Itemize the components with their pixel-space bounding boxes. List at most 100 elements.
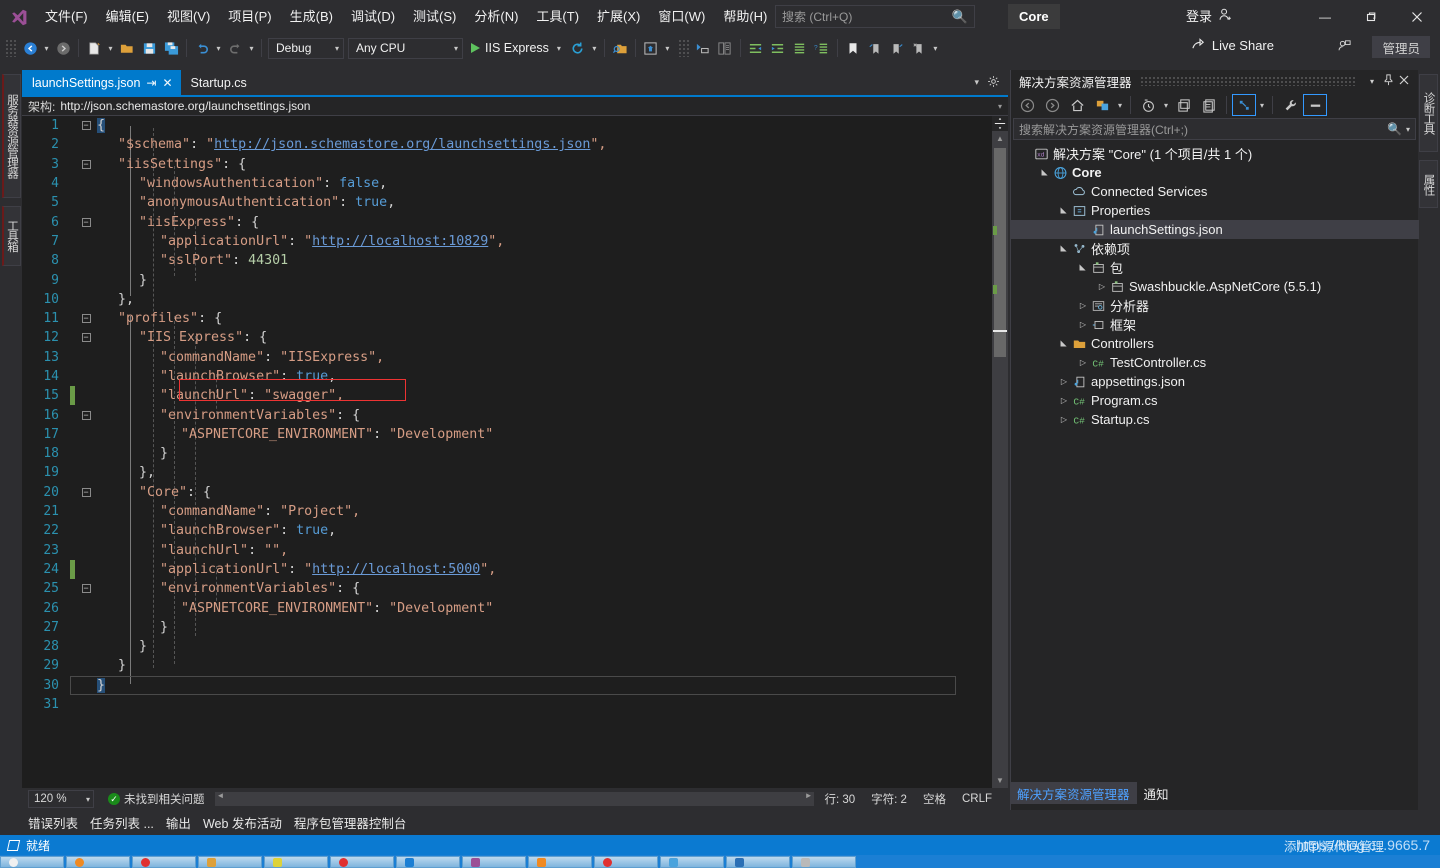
tree-node[interactable]: ◢ Core (1011, 163, 1419, 182)
tree-node[interactable]: ◢ Properties (1011, 201, 1419, 220)
code-line[interactable]: 5 "anonymousAuthentication": true, (22, 193, 606, 212)
switch-views-icon[interactable] (1090, 94, 1114, 116)
pin-icon[interactable] (1380, 73, 1396, 89)
properties-wrench-icon[interactable] (1278, 94, 1302, 116)
code-line[interactable]: 28} (22, 637, 606, 656)
sync-with-active-document-icon[interactable] (1232, 94, 1256, 116)
fold-column[interactable]: − (75, 121, 97, 131)
taskbar-item[interactable] (792, 855, 856, 868)
redo-dropdown-icon[interactable]: ▾ (246, 37, 257, 59)
pin-tab-icon[interactable]: ⇥ (146, 76, 156, 90)
expanded-twisty-icon[interactable]: ◢ (1060, 337, 1069, 351)
code-line[interactable]: 2 "$schema": "http://json.schemastore.org… (22, 135, 606, 154)
tree-node[interactable]: ◢ 包 (1011, 258, 1419, 277)
code-line[interactable]: 11− "profiles": { (22, 309, 606, 328)
expanded-twisty-icon[interactable]: ◢ (1079, 261, 1088, 275)
bottom-tab-web-publish[interactable]: Web 发布活动 (203, 813, 282, 832)
back-icon[interactable] (1015, 94, 1039, 116)
redo-icon[interactable] (224, 37, 246, 59)
bottom-tab-error-list[interactable]: 错误列表 (28, 813, 78, 832)
collapse-region-icon[interactable]: − (81, 159, 91, 169)
taskbar-item[interactable] (462, 855, 526, 868)
collapsed-twisty-icon[interactable]: ▷ (1057, 396, 1071, 405)
editor-tab-launchsettings[interactable]: launchSettings.json ⇥ ✕ (22, 70, 181, 95)
code-line[interactable]: 26 "ASPNETCORE_ENVIRONMENT": "Development… (22, 598, 606, 617)
chevron-down-icon[interactable]: ▾ (1364, 77, 1380, 86)
taskbar-item[interactable] (396, 855, 460, 868)
menu-file[interactable]: 文件(F) (36, 0, 97, 34)
navigate-back-dropdown-icon[interactable]: ▾ (41, 37, 52, 59)
code-link[interactable]: http://json.schemastore.org/launchsettin… (214, 137, 590, 152)
fold-column[interactable]: − (75, 487, 97, 497)
code-line[interactable]: 13 "commandName": "IISExpress", (22, 348, 606, 367)
expanded-twisty-icon[interactable]: ◢ (1041, 166, 1050, 180)
close-tab-icon[interactable]: ✕ (162, 76, 172, 90)
code-line[interactable]: 9} (22, 270, 606, 289)
pending-changes-dropdown-icon[interactable]: ▾ (1161, 101, 1171, 110)
solution-platform-combo[interactable]: Any CPU ▾ (348, 37, 463, 59)
code-line[interactable]: 19}, (22, 463, 606, 482)
solution-configuration-combo[interactable]: Debug ▾ (268, 37, 344, 59)
menu-view[interactable]: 视图(V) (158, 0, 219, 34)
tree-node[interactable]: Connected Services (1011, 182, 1419, 201)
json-schema-bar[interactable]: 架构: http://json.schemastore.org/launchse… (22, 97, 1008, 116)
tree-node[interactable]: ▷ appsettings.json (1011, 372, 1419, 391)
collapsed-twisty-icon[interactable]: ▷ (1057, 415, 1071, 424)
menu-window[interactable]: 窗口(W) (649, 0, 714, 34)
undo-dropdown-icon[interactable]: ▾ (213, 37, 224, 59)
tab-options-gear-icon[interactable] (987, 75, 1000, 91)
code-line[interactable]: 4 "windowsAuthentication": false, (22, 174, 606, 193)
solution-explorer-search[interactable]: 搜索解决方案资源管理器(Ctrl+;) 🔍 ▾ (1013, 118, 1416, 140)
code-line[interactable]: 14 "launchBrowser": true, (22, 367, 606, 386)
code-line[interactable]: 20− "Core": { (22, 483, 606, 502)
code-line[interactable]: 3− "iisSettings": { (22, 155, 606, 174)
toolbar-overflow-icon[interactable]: ▾ (930, 37, 941, 59)
code-line[interactable]: 22 "launchBrowser": true, (22, 521, 606, 540)
code-line[interactable]: 12− "IIS Express": { (22, 328, 606, 347)
sync-dropdown-icon[interactable]: ▾ (1257, 101, 1267, 110)
taskbar-item[interactable] (264, 855, 328, 868)
open-file-icon[interactable] (116, 37, 138, 59)
save-all-icon[interactable] (160, 37, 182, 59)
tree-node[interactable]: ▷ C# Program.cs (1011, 391, 1419, 410)
code-line[interactable]: 8 "sslPort": 44301 (22, 251, 606, 270)
taskbar-item[interactable] (0, 855, 64, 868)
scrollbar-thumb[interactable] (994, 148, 1006, 357)
chevron-down-icon[interactable]: ▾ (1406, 125, 1410, 134)
tree-node[interactable]: ▷ C# Startup.cs (1011, 410, 1419, 429)
code-link[interactable]: http://localhost:10829 (312, 234, 488, 249)
code-line[interactable]: 24 "applicationUrl": "http://localhost:50… (22, 559, 606, 580)
collapse-region-icon[interactable]: − (81, 410, 91, 420)
preview-selected-items-icon[interactable] (1303, 94, 1327, 116)
menu-build[interactable]: 生成(B) (281, 0, 342, 34)
menu-tools[interactable]: 工具(T) (527, 0, 588, 34)
start-debugging-button[interactable]: IIS Express ▾ (465, 37, 567, 59)
code-line[interactable]: 1 −{ (22, 116, 606, 135)
fold-column[interactable]: − (75, 584, 97, 594)
tree-node[interactable]: ▷ 分析器 (1011, 296, 1419, 315)
forward-icon[interactable] (1040, 94, 1064, 116)
toolbar-grip[interactable] (5, 39, 16, 57)
collapsed-twisty-icon[interactable]: ▷ (1095, 282, 1109, 291)
code-line[interactable]: 25− "environmentVariables": { (22, 579, 606, 598)
toolbar-grip[interactable] (677, 39, 689, 57)
split-view-handle-icon[interactable] (992, 116, 1008, 131)
sign-in-button[interactable]: 登录 (1186, 6, 1233, 25)
code-line[interactable]: 10}, (22, 290, 606, 309)
menu-help[interactable]: 帮助(H) (714, 0, 776, 34)
code-line[interactable]: 29} (22, 656, 606, 675)
solution-tree[interactable]: xd 解决方案 "Core" (1 个项目/共 1 个) ◢ Core Connecte… (1011, 144, 1419, 810)
expanded-twisty-icon[interactable]: ◢ (1060, 204, 1069, 218)
main-menu[interactable]: 文件(F) 编辑(E) 视图(V) 项目(P) 生成(B) 调试(D) 测试(S… (36, 0, 776, 34)
fold-column[interactable]: − (75, 410, 97, 420)
collapsed-twisty-icon[interactable]: ▷ (1076, 358, 1090, 367)
bottom-tab-output[interactable]: 输出 (166, 813, 191, 832)
menu-edit[interactable]: 编辑(E) (97, 0, 158, 34)
close-button[interactable] (1394, 0, 1440, 34)
find-in-files-icon[interactable] (609, 37, 631, 59)
code-link[interactable]: http://localhost:5000 (312, 562, 480, 577)
taskbar-item[interactable] (660, 855, 724, 868)
save-icon[interactable] (138, 37, 160, 59)
taskbar-item[interactable] (528, 855, 592, 868)
code-line[interactable]: 31 (22, 695, 606, 714)
